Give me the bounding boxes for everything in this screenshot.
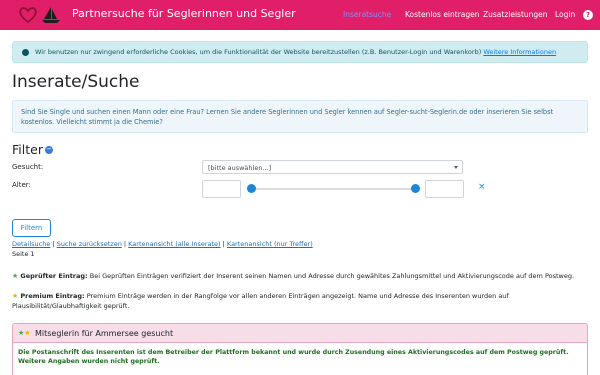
listing-badges: ★★: [18, 328, 31, 337]
help-icon[interactable]: ?: [583, 10, 593, 20]
logo-heart-sailboat-icon[interactable]: [18, 6, 64, 24]
gesucht-select-value: [bitte auswählen...]: [208, 164, 272, 172]
page-indicator: Seite 1: [12, 250, 35, 258]
verified-text: Bei Geprüften Einträgen verifiziert der …: [89, 272, 575, 280]
filter-heading: Filter: [12, 142, 43, 157]
alter-range-slider[interactable]: [250, 188, 416, 190]
nav-login[interactable]: Login: [555, 10, 575, 19]
brand-title[interactable]: Partnersuche für Seglerinnen und Segler: [72, 7, 296, 20]
nav-zusatzleistungen[interactable]: Zusatzleistungen: [483, 10, 548, 19]
link-kartenansicht-treffer[interactable]: Kartenansicht (nur Treffer): [227, 240, 313, 248]
chevron-down-icon: [454, 166, 458, 169]
info-icon: [22, 49, 29, 56]
cookie-notice: Wir benutzen nur zwingend erforderliche …: [12, 41, 588, 63]
listing-header[interactable]: ★★ Mitseglerin für Ammersee gesucht: [13, 324, 587, 343]
intro-text: Sind Sie Single und suchen einen Mann od…: [21, 108, 554, 126]
alter-slider-max-handle[interactable]: [411, 184, 420, 193]
intro-box: Sind Sie Single und suchen einen Mann od…: [12, 100, 588, 133]
gesucht-label: Gesucht:: [12, 163, 44, 171]
search-links: Detailsuche | Suche zurücksetzen | Karte…: [12, 240, 313, 248]
cookie-more-info-link[interactable]: Weitere Informationen: [483, 48, 556, 56]
filter-collapse-icon[interactable]: −: [45, 146, 53, 154]
alter-max-input[interactable]: [425, 180, 464, 198]
clear-icon[interactable]: ×: [478, 182, 486, 192]
cookie-text: Wir benutzen nur zwingend erforderliche …: [35, 48, 556, 56]
nav-kostenlos-eintragen[interactable]: Kostenlos eintragen: [405, 10, 480, 19]
alter-label: Alter:: [12, 181, 31, 189]
legend-verified: ★ Geprüfter Eintrag: Bei Geprüften Eintr…: [12, 271, 588, 281]
filter-button[interactable]: Filtern: [12, 219, 51, 237]
alter-slider-min-handle[interactable]: [247, 184, 256, 193]
premium-star-icon: ★: [12, 292, 19, 300]
top-navbar: Partnersuche für Seglerinnen und Segler …: [0, 0, 600, 30]
link-detailsuche[interactable]: Detailsuche: [12, 240, 50, 248]
premium-title: Premium Eintrag:: [20, 292, 85, 300]
link-kartenansicht-alle[interactable]: Kartenansicht (alle Inserate): [128, 240, 220, 248]
premium-text: Premium Einträge werden in der Rangfolge…: [12, 292, 509, 310]
listing-card[interactable]: ★★ Mitseglerin für Ammersee gesucht Die …: [12, 323, 588, 375]
gesucht-select[interactable]: [bitte auswählen...]: [202, 160, 463, 174]
listing-verification-note: Die Postanschrift des Inserenten ist dem…: [18, 349, 569, 365]
nav-inseratsuche[interactable]: Inseratsuche: [343, 10, 391, 19]
premium-star-icon: ★: [24, 329, 31, 337]
verified-star-icon: ★: [12, 272, 19, 280]
alter-min-input[interactable]: [202, 180, 241, 198]
listing-title[interactable]: Mitseglerin für Ammersee gesucht: [35, 329, 173, 338]
page-title: Inserate/Suche: [12, 72, 140, 92]
verified-title: Geprüfter Eintrag:: [20, 272, 88, 280]
cookie-message: Wir benutzen nur zwingend erforderliche …: [35, 48, 482, 56]
link-suche-zuruecksetzen[interactable]: Suche zurücksetzen: [57, 240, 122, 248]
legend-premium: ★ Premium Eintrag: Premium Einträge werd…: [12, 291, 588, 311]
